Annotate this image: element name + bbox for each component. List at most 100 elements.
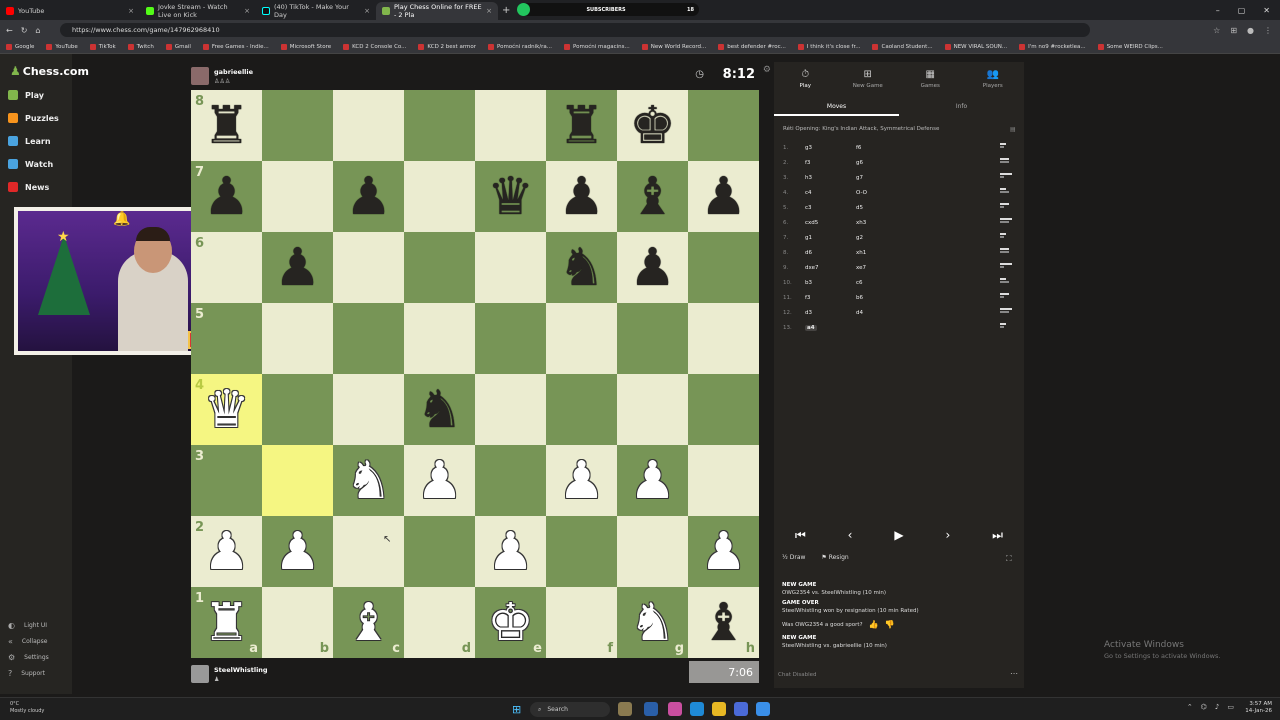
previous-move-icon[interactable]: ‹ (848, 528, 853, 542)
browser-tab-active[interactable]: Play Chess Online for FREE - 2 Pla × (376, 2, 498, 20)
white-move[interactable]: f3 (805, 295, 810, 301)
bookmark-item[interactable]: KCD 2 Console Co... (343, 43, 406, 50)
tab-players[interactable]: 👥 Players (962, 62, 1025, 96)
folder-icon[interactable] (712, 702, 726, 716)
sidebar-item-collapse[interactable]: « Collapse (8, 637, 47, 646)
black-bishop-icon[interactable]: ♝ (700, 597, 747, 649)
minimize-icon[interactable]: – (1216, 6, 1220, 15)
sidebar-item-light-ui[interactable]: ◐ Light UI (8, 621, 47, 630)
square-b5[interactable] (262, 303, 333, 374)
black-move[interactable]: xe7 (856, 265, 866, 271)
resign-button[interactable]: ⚑ Resign (821, 554, 848, 561)
white-pawn-icon[interactable]: ♟ (274, 526, 321, 578)
tab-play[interactable]: ⏱ Play (774, 62, 837, 96)
square-e2[interactable]: ♟ (475, 516, 546, 587)
black-rook-icon[interactable]: ♜ (558, 100, 605, 152)
white-move[interactable]: b3 (805, 280, 812, 286)
weather-widget[interactable]: 0°C Mostly cloudy (10, 701, 44, 715)
close-icon[interactable]: × (364, 7, 370, 15)
bookmark-item[interactable]: Pomoćni magacins... (564, 43, 630, 50)
bookmark-item[interactable]: Caoland Student... (872, 43, 933, 50)
black-queen-icon[interactable]: ♛ (487, 171, 534, 223)
top-player-name[interactable]: gabrieellie (214, 68, 253, 76)
white-rook-icon[interactable]: ♜ (203, 597, 250, 649)
white-move[interactable]: g3 (805, 145, 812, 151)
square-h5[interactable] (688, 303, 759, 374)
black-pawn-icon[interactable]: ♟ (274, 242, 321, 294)
bookmark-item[interactable]: I think it's close fr... (797, 43, 860, 50)
bookmark-item[interactable]: Pomoćni radnik/ra... (487, 43, 552, 50)
white-pawn-icon[interactable]: ♟ (487, 526, 534, 578)
square-h3[interactable] (688, 445, 759, 516)
square-h6[interactable] (688, 232, 759, 303)
bookmark-item[interactable]: New World Record... (641, 43, 706, 50)
square-h8[interactable] (688, 90, 759, 161)
square-f5[interactable] (546, 303, 617, 374)
black-move[interactable]: f6 (856, 145, 861, 151)
square-c3[interactable]: ♞ (333, 445, 404, 516)
widget-icon[interactable] (618, 702, 632, 716)
square-d2[interactable] (404, 516, 475, 587)
expand-icon[interactable]: ⛶ (1006, 554, 1012, 564)
square-g7[interactable]: ♝ (617, 161, 688, 232)
white-move[interactable]: cxd5 (805, 220, 818, 226)
board-settings-icon[interactable]: ⚙ (763, 65, 771, 75)
bookmark-item[interactable]: Twitch (127, 43, 154, 50)
square-e6[interactable] (475, 232, 546, 303)
black-move[interactable]: d4 (856, 310, 863, 316)
bookmark-item[interactable]: YouTube (46, 43, 78, 50)
browser-tab[interactable]: (40) TikTok - Make Your Day × (256, 2, 376, 20)
draw-button[interactable]: ½ Draw (782, 554, 805, 561)
square-c2[interactable] (333, 516, 404, 587)
white-knight-icon[interactable]: ♞ (345, 455, 392, 507)
square-b3[interactable] (262, 445, 333, 516)
square-d3[interactable]: ♟ (404, 445, 475, 516)
browser-tab[interactable]: YouTube × (0, 2, 140, 20)
chess-logo[interactable]: ♟ Chess.com (10, 64, 89, 78)
black-move[interactable]: g2 (856, 235, 863, 241)
white-knight-icon[interactable]: ♞ (629, 597, 676, 649)
tab-new-game[interactable]: ⊞ New Game (837, 62, 900, 96)
square-g6[interactable]: ♟ (617, 232, 688, 303)
square-d7[interactable] (404, 161, 475, 232)
avatar[interactable] (191, 67, 209, 85)
black-pawn-icon[interactable]: ♟ (629, 242, 676, 294)
black-pawn-icon[interactable]: ♟ (345, 171, 392, 223)
square-b1[interactable]: b (262, 587, 333, 658)
black-bishop-icon[interactable]: ♝ (629, 171, 676, 223)
square-e5[interactable] (475, 303, 546, 374)
square-g5[interactable] (617, 303, 688, 374)
square-c8[interactable] (333, 90, 404, 161)
windows-start-icon[interactable]: ⊞ (512, 703, 521, 716)
black-move[interactable]: b6 (856, 295, 863, 301)
white-move[interactable]: a4 (805, 325, 817, 331)
thumbs-up-icon[interactable]: 👍 (868, 620, 878, 629)
square-f3[interactable]: ♟ (546, 445, 617, 516)
close-icon[interactable]: × (486, 7, 492, 15)
square-f7[interactable]: ♟ (546, 161, 617, 232)
black-rook-icon[interactable]: ♜ (203, 100, 250, 152)
square-a5[interactable]: 5 (191, 303, 262, 374)
black-move[interactable]: g7 (856, 175, 863, 181)
window-close-icon[interactable]: ✕ (1263, 6, 1270, 15)
close-icon[interactable]: × (128, 7, 134, 15)
square-f6[interactable]: ♞ (546, 232, 617, 303)
black-move[interactable]: d5 (856, 205, 863, 211)
play-moves-icon[interactable]: ▶ (894, 528, 903, 542)
square-h1[interactable]: h ♝ (688, 587, 759, 658)
taskbar-clock[interactable]: 3:57 AM 14-Jan-26 (1245, 701, 1272, 715)
square-a3[interactable]: 3 (191, 445, 262, 516)
book-icon[interactable]: ▤ (1010, 126, 1016, 133)
square-a1[interactable]: 1 a ♜ (191, 587, 262, 658)
square-f4[interactable] (546, 374, 617, 445)
black-pawn-icon[interactable]: ♟ (558, 171, 605, 223)
square-a6[interactable]: 6 (191, 232, 262, 303)
white-pawn-icon[interactable]: ♟ (700, 526, 747, 578)
square-g8[interactable]: ♚ (617, 90, 688, 161)
profile-icon[interactable]: ● (1247, 26, 1254, 35)
square-f8[interactable]: ♜ (546, 90, 617, 161)
square-c1[interactable]: c ♝ (333, 587, 404, 658)
square-b2[interactable]: ♟ (262, 516, 333, 587)
black-move[interactable]: xh1 (856, 250, 866, 256)
square-d8[interactable] (404, 90, 475, 161)
